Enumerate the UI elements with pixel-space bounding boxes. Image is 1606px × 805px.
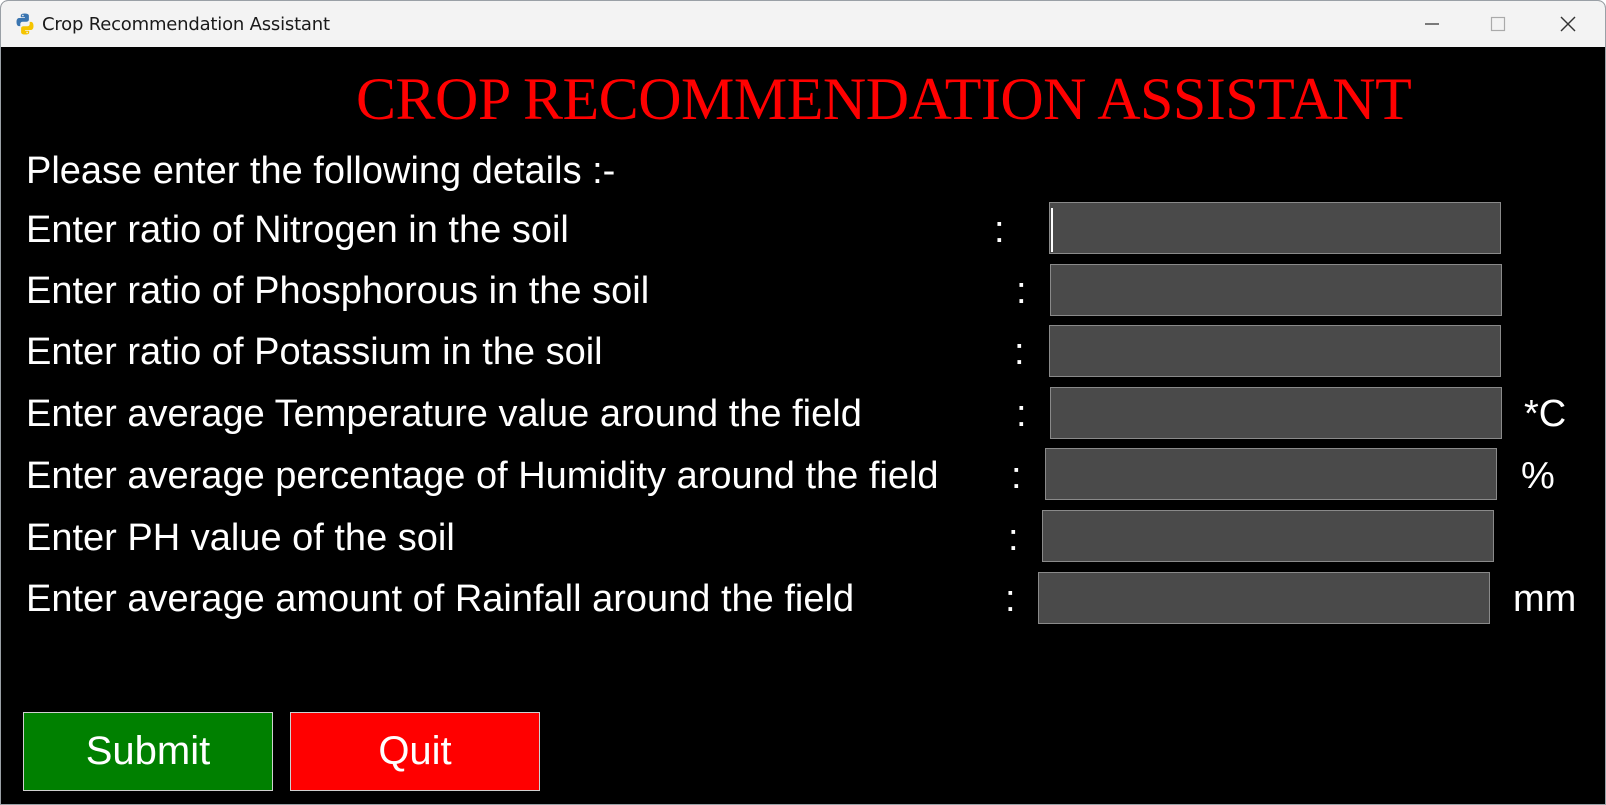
- minimize-icon: [1425, 23, 1439, 25]
- ph-input[interactable]: [1042, 510, 1494, 562]
- temperature-unit: *C: [1524, 393, 1567, 435]
- temperature-label: Enter average Temperature value around t…: [26, 393, 862, 435]
- rainfall-colon: :: [1005, 578, 1016, 620]
- humidity-input[interactable]: [1045, 448, 1497, 500]
- potassium-label: Enter ratio of Potassium in the soil: [26, 331, 603, 373]
- phosphorous-colon: :: [1016, 270, 1027, 312]
- humidity-unit: %: [1521, 455, 1555, 497]
- text-caret: [1051, 208, 1053, 252]
- phosphorous-input[interactable]: [1050, 264, 1502, 316]
- ph-colon: :: [1008, 517, 1019, 559]
- maximize-icon: [1490, 16, 1506, 32]
- temperature-input[interactable]: [1050, 387, 1502, 439]
- nitrogen-input[interactable]: [1049, 202, 1501, 254]
- humidity-colon: :: [1011, 455, 1022, 497]
- form-panel: CROP RECOMMENDATION ASSISTANT Please ent…: [1, 47, 1605, 804]
- window-title: Crop Recommendation Assistant: [42, 14, 330, 35]
- phosphorous-label: Enter ratio of Phosphorous in the soil: [26, 270, 650, 312]
- ph-label: Enter PH value of the soil: [26, 517, 455, 559]
- close-button[interactable]: [1535, 1, 1601, 47]
- app-window: Crop Recommendation Assistant CROP RECOM…: [0, 0, 1606, 805]
- instructions-text: Please enter the following details :-: [26, 150, 616, 192]
- rainfall-input[interactable]: [1038, 572, 1490, 624]
- nitrogen-label: Enter ratio of Nitrogen in the soil: [26, 209, 569, 251]
- potassium-colon: :: [1014, 331, 1025, 373]
- title-bar[interactable]: Crop Recommendation Assistant: [1, 1, 1605, 47]
- rainfall-unit: mm: [1513, 578, 1577, 620]
- maximize-button[interactable]: [1465, 1, 1531, 47]
- rainfall-label: Enter average amount of Rainfall around …: [26, 578, 855, 620]
- nitrogen-colon: :: [994, 209, 1005, 251]
- quit-button[interactable]: Quit: [290, 712, 540, 791]
- minimize-button[interactable]: [1399, 1, 1465, 47]
- python-icon: [13, 12, 37, 36]
- close-icon: [1560, 16, 1576, 32]
- temperature-colon: :: [1016, 393, 1027, 435]
- potassium-input[interactable]: [1049, 325, 1501, 377]
- submit-button[interactable]: Submit: [23, 712, 273, 791]
- page-title: CROP RECOMMENDATION ASSISTANT: [356, 66, 1412, 132]
- humidity-label: Enter average percentage of Humidity aro…: [26, 455, 939, 497]
